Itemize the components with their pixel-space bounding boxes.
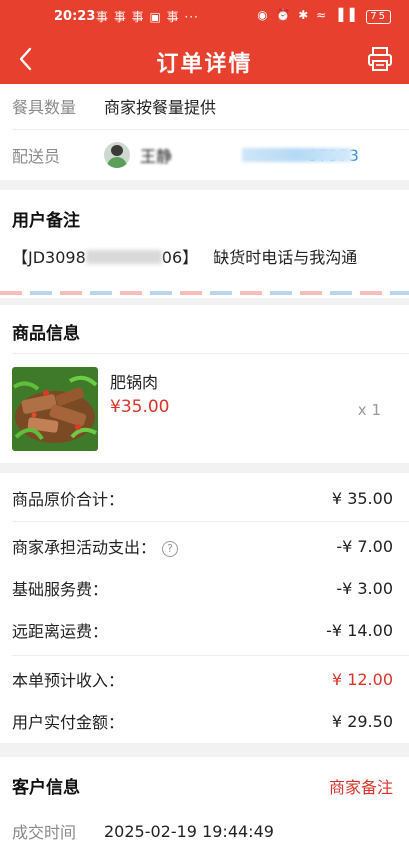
fee-amount: -¥ 3.00: [336, 578, 393, 598]
system-status-icons: ◉ ⏰ ✱ ≈ ▐▐: [257, 8, 357, 22]
product-section: 商品信息 肥锅肉 ¥35.00 x 1: [0, 305, 409, 463]
merchant-note-link[interactable]: 商家备注: [329, 774, 393, 798]
envelope-stripe: [0, 291, 409, 295]
printer-icon: [368, 47, 392, 71]
tableware-value: 商家按餐量提供: [104, 98, 217, 117]
fee-amount: ¥ 35.00: [331, 488, 393, 508]
fee-row-user-paid: 用户实付金额： ¥ 29.50: [12, 700, 393, 742]
tableware-label: 餐具数量: [12, 98, 77, 117]
fee-row-distance: 远距离运费： -¥ 14.00: [12, 609, 393, 651]
product-name: 肥锅肉: [110, 373, 159, 392]
nav-bar: 订单详情: [0, 34, 409, 84]
order-info-section: 餐具数量 商家按餐量提供 配送员 王静 97973: [0, 84, 409, 180]
product-image: [12, 367, 98, 451]
remark-title: 用户备注: [12, 211, 80, 231]
deal-time-value: 2025-02-19 19:44:49: [104, 821, 274, 841]
avatar: [104, 142, 130, 168]
fee-row-merchant-activity: 商家承担活动支出：? -¥ 7.00: [12, 525, 393, 567]
deal-time-label: 成交时间: [12, 823, 77, 842]
fee-label: 本单预计收入：: [12, 671, 125, 690]
remark-order-prefix: 【JD3098: [12, 248, 86, 267]
deal-time-row: 成交时间 2025-02-19 19:44:49: [12, 809, 395, 853]
remark-text-row: 【JD3098 06】 缺货时电话与我沟通: [12, 244, 357, 268]
fee-amount: -¥ 14.00: [326, 620, 393, 640]
divider: [12, 521, 409, 522]
product-price: ¥35.00: [110, 397, 170, 417]
remark-text: 缺货时电话与我沟通: [213, 248, 358, 267]
fee-section: 商品原价合计： ¥ 35.00 商家承担活动支出：? -¥ 7.00 基础服务费…: [0, 473, 409, 743]
fee-amount: -¥ 7.00: [336, 536, 393, 556]
courier-phone-blur: [242, 148, 353, 162]
divider: [12, 655, 409, 656]
fee-row-original-total: 商品原价合计： ¥ 35.00: [12, 477, 393, 519]
user-remark-section: 用户备注 【JD3098 06】 缺货时电话与我沟通: [0, 190, 409, 298]
page-title: 订单详情: [156, 52, 253, 77]
courier-name: 王静: [140, 147, 173, 166]
fee-label: 远距离运费：: [12, 622, 109, 641]
fee-label-wrap: 商家承担活动支出：?: [12, 534, 179, 558]
help-icon[interactable]: ?: [162, 541, 179, 557]
fee-label: 商家承担活动支出：: [12, 538, 157, 557]
fee-amount-income: ¥ 12.00: [331, 669, 393, 689]
status-bar: 20:23 事 事 事 ▣ 事 ··· ◉ ⏰ ✱ ≈ ▐▐ 75: [0, 0, 409, 34]
clock: 20:23: [54, 9, 96, 24]
fee-row-expected-income: 本单预计收入： ¥ 12.00: [12, 658, 393, 700]
product-item[interactable]: 肥锅肉 ¥35.00 x 1: [0, 353, 409, 463]
order-id-mask: [85, 250, 162, 264]
fee-label: 商品原价合计：: [12, 490, 125, 509]
product-title: 商品信息: [12, 324, 80, 344]
fee-label: 用户实付金额：: [12, 713, 125, 732]
food-photo-icon: [12, 367, 98, 451]
system-icons: ◉ ⏰ ✱ ≈ ▐▐ 75: [257, 8, 391, 24]
customer-section: 客户信息 商家备注 成交时间 2025-02-19 19:44:49: [0, 757, 409, 855]
tableware-row: 餐具数量 商家按餐量提供: [12, 84, 395, 128]
product-quantity: x 1: [357, 401, 381, 419]
customer-title: 客户信息: [12, 778, 80, 798]
divider: [12, 129, 409, 130]
courier-row[interactable]: 配送员 王静 97973: [12, 133, 395, 177]
battery-icon: 75: [366, 10, 391, 24]
remark-order-suffix: 06】: [161, 248, 199, 267]
fee-row-service: 基础服务费： -¥ 3.00: [12, 567, 393, 609]
fee-label: 基础服务费：: [12, 580, 109, 599]
fee-amount: ¥ 29.50: [331, 711, 393, 731]
courier-label: 配送员: [12, 147, 61, 166]
print-button[interactable]: [367, 46, 393, 72]
notification-icons: 事 事 事 ▣ 事 ···: [96, 10, 199, 24]
